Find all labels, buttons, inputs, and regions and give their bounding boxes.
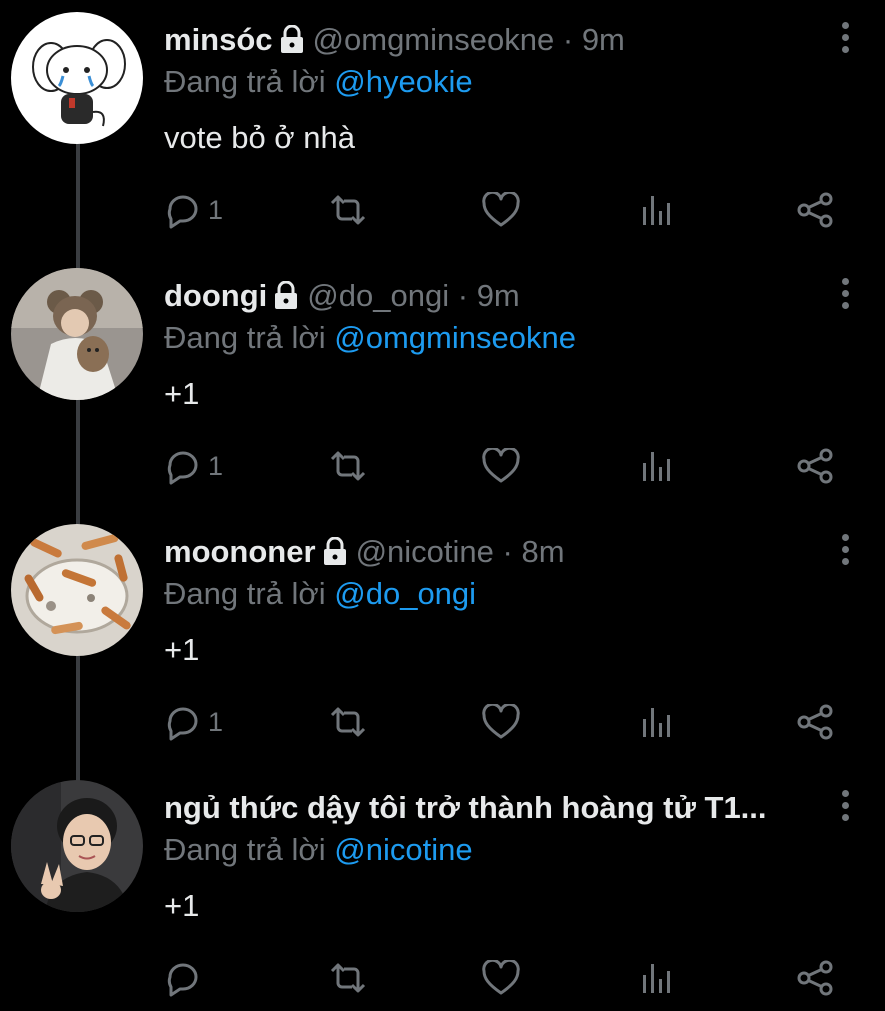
mention-link[interactable]: @nicotine [334,832,472,867]
retweet-icon [328,959,368,997]
more-options-icon[interactable] [834,790,856,826]
replying-label: Đang trả lời [164,64,326,99]
display-name[interactable]: minsóc [164,22,273,57]
reply-icon [164,191,202,229]
share-icon [796,448,834,484]
mention-link[interactable]: @hyeokie [334,64,472,99]
views-icon [640,449,672,483]
share-icon [796,704,834,740]
thread-line [76,144,80,256]
replying-label: Đang trả lời [164,320,326,355]
reply-count: 1 [208,450,224,481]
retweet-icon [328,447,368,485]
reply-icon [164,959,202,997]
reply-icon [164,447,202,485]
share-button[interactable] [796,698,834,746]
retweet-button[interactable] [328,954,368,1002]
replying-to: Đang trả lời @omgminseokne [164,318,576,358]
separator: · [502,534,513,569]
replying-to: Đang trả lời @nicotine [164,830,473,870]
display-name[interactable]: ngủ thức dậy tôi trở thành hoàng tử T1..… [164,790,767,825]
views-button[interactable] [640,186,672,234]
tweet[interactable]: ngủ thức dậy tôi trở thành hoàng tử T1..… [0,768,885,1011]
views-button[interactable] [640,698,672,746]
handle[interactable]: @do_ongi [307,278,449,313]
tweet-header: ngủ thức dậy tôi trở thành hoàng tử T1..… [164,788,819,828]
display-name[interactable]: moononer [164,534,316,569]
share-icon [796,960,834,996]
tweet-header: minsóc @omgminseokne · 9m [164,20,815,63]
more-options-icon[interactable] [834,534,856,570]
like-button[interactable] [482,954,520,1002]
tweet-header: doongi @do_ongi · 9m [164,276,815,319]
separator: · [562,22,574,57]
share-button[interactable] [796,442,834,490]
reply-count: 1 [208,706,224,737]
like-button[interactable] [482,186,520,234]
lock-icon [279,23,305,63]
replying-label: Đang trả lời [164,832,326,867]
mention-link[interactable]: @do_ongi [334,576,476,611]
views-button[interactable] [640,954,672,1002]
retweet-icon [328,191,368,229]
tweet[interactable]: doongi @do_ongi · 9m Đang trả lời @omgmin… [0,256,885,512]
avatar[interactable] [11,524,143,656]
retweet-button[interactable] [328,442,368,490]
reply-button[interactable] [164,954,202,1002]
mention-link[interactable]: @omgminseokne [334,320,576,355]
timestamp[interactable]: 9m [582,22,625,57]
more-options-icon[interactable] [834,278,856,314]
like-button[interactable] [482,698,520,746]
display-name[interactable]: doongi [164,278,267,313]
retweet-button[interactable] [328,186,368,234]
lock-icon [322,535,348,575]
views-button[interactable] [640,442,672,490]
tweet-actions: 1 [164,442,854,490]
retweet-button[interactable] [328,698,368,746]
tweet-text: +1 [164,632,200,667]
timestamp[interactable]: 9m [477,278,520,313]
tweet-text: +1 [164,888,200,923]
reply-count: 1 [208,194,224,225]
tweet[interactable]: moononer @nicotine · 8m Đang trả lời @do_… [0,512,885,768]
reply-thread: minsóc @omgminseokne · 9m Đang trả lời @h… [0,0,885,1011]
thread-line [76,400,80,512]
like-icon [482,960,520,996]
replying-to: Đang trả lời @do_ongi [164,574,476,614]
tweet-text: +1 [164,376,200,411]
tweet[interactable]: minsóc @omgminseokne · 9m Đang trả lời @h… [0,0,885,256]
reply-button[interactable]: 1 [164,186,223,234]
separator: · [457,278,469,313]
tweet-header: moononer @nicotine · 8m [164,532,815,575]
handle[interactable]: @nicotine [356,534,494,569]
more-options-icon[interactable] [834,22,856,58]
handle[interactable]: @omgminseokne [313,22,555,57]
reply-button[interactable]: 1 [164,442,223,490]
tweet-actions: 1 [164,698,854,746]
replying-label: Đang trả lời [164,576,326,611]
reply-icon [164,703,202,741]
tweet-text: vote bỏ ở nhà [164,120,355,155]
retweet-icon [328,703,368,741]
replying-to: Đang trả lời @hyeokie [164,62,473,102]
avatar[interactable] [11,12,143,144]
reply-button[interactable]: 1 [164,698,223,746]
views-icon [640,193,672,227]
avatar[interactable] [11,780,143,912]
like-icon [482,448,520,484]
like-button[interactable] [482,442,520,490]
tweet-actions: 1 [164,186,854,234]
lock-icon [273,279,299,319]
like-icon [482,192,520,228]
tweet-actions [164,954,854,1002]
views-icon [640,961,672,995]
share-icon [796,192,834,228]
share-button[interactable] [796,186,834,234]
like-icon [482,704,520,740]
views-icon [640,705,672,739]
timestamp[interactable]: 8m [521,534,564,569]
avatar[interactable] [11,268,143,400]
thread-line [76,656,80,768]
share-button[interactable] [796,954,834,1002]
